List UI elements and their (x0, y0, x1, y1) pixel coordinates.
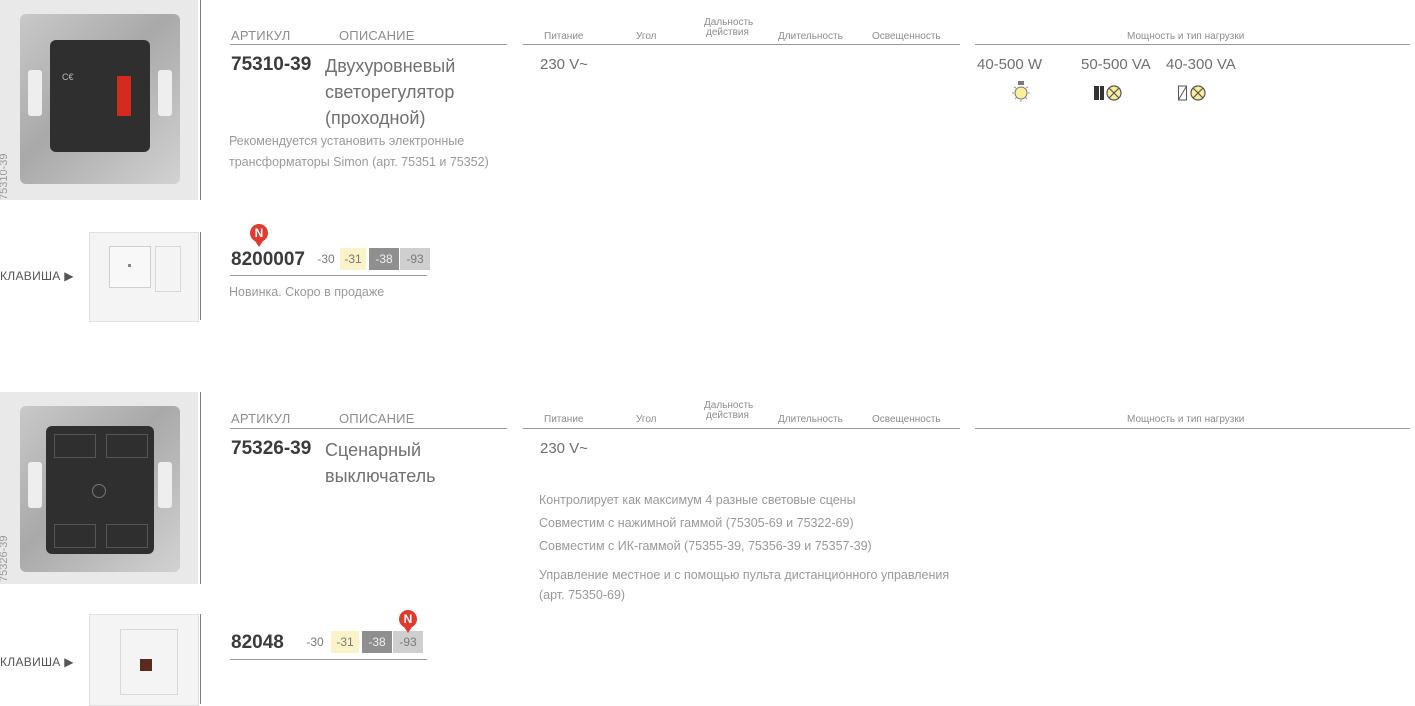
header-description: ОПИСАНИЕ (339, 28, 415, 43)
variant-93: -93 (393, 631, 423, 653)
load-value-2: 50-500 VA (1081, 56, 1151, 73)
header-angle: Угол (636, 414, 657, 425)
variant-38: -38 (362, 631, 392, 653)
header-underline (230, 44, 507, 45)
key-1-note: Новинка. Скоро в продаже (229, 285, 385, 299)
header-range-2: действия (706, 27, 749, 38)
header-duration: Длительность (778, 414, 843, 425)
divider (200, 232, 201, 320)
new-badge: N (399, 610, 417, 633)
header-duration: Длительность (778, 31, 843, 42)
header-underline (975, 428, 1410, 429)
divider (200, 0, 201, 200)
product-1-desc-line2: светорегулятор (325, 82, 455, 102)
variant-38: -38 (369, 248, 399, 270)
header-range-2: действия (706, 410, 749, 421)
header-power: Питание (544, 31, 584, 42)
feature-line-3: Совместим с ИК-гаммой (75355-39, 75356-3… (539, 539, 872, 553)
header-illumination: Освещенность (872, 31, 941, 42)
variant-93: -93 (400, 248, 430, 270)
header-underline (523, 428, 960, 429)
key-label: КЛАВИША ▶ (0, 655, 74, 669)
new-badge: N (250, 224, 268, 247)
load-value-3: 40-300 VA (1166, 56, 1236, 73)
load-value-1: 40-500 W (977, 56, 1043, 73)
product-2-article: 75326-39 (231, 438, 312, 459)
product-1-desc-line3: (проходной) (325, 108, 426, 128)
product-2-side-code: 75326-39 (0, 535, 10, 583)
variant-30: -30 (303, 631, 327, 653)
product-1-voltage: 230 V~ (540, 56, 588, 73)
feature-line-4: Управление местное и с помощью пульта ди… (539, 568, 950, 582)
divider (200, 614, 201, 704)
product-1-photo: C€ (0, 0, 198, 200)
product-2-voltage: 230 V~ (540, 440, 588, 457)
product-2-desc-line2: выключатель (325, 466, 436, 486)
header-description: ОПИСАНИЕ (339, 411, 415, 426)
key-2-article: 82048 (231, 632, 284, 653)
header-article: АРТИКУЛ (231, 411, 291, 426)
product-1-note-line1: Рекомендуется установить электронные (229, 134, 465, 148)
red-button (117, 76, 131, 116)
key-underline (230, 659, 427, 660)
product-2-photo (0, 392, 198, 584)
key-underline (230, 275, 427, 276)
feature-line-2: Совместим с нажимной гаммой (75305-69 и … (539, 516, 854, 530)
product-1-side-code: 75310-39 (0, 153, 10, 201)
variant-31: -31 (340, 248, 366, 270)
product-2-desc-line1: Сценарный (325, 440, 422, 460)
header-load: Мощность и тип нагрузки (1127, 31, 1245, 42)
header-illumination: Освещенность (872, 414, 941, 425)
feature-line-1: Контролирует как максимум 4 разные свето… (539, 493, 856, 507)
key-photo (89, 232, 199, 322)
variant-30: -30 (315, 248, 337, 270)
key-label: КЛАВИША ▶ (0, 269, 74, 283)
feature-line-5: (арт. 75350-69) (539, 588, 626, 602)
key-1-article: 8200007 (231, 249, 305, 270)
variant-31: -31 (331, 631, 359, 653)
header-underline (975, 44, 1410, 45)
divider (200, 392, 201, 584)
header-power: Питание (544, 414, 584, 425)
electronic-transformer-icon (1094, 83, 1128, 103)
header-angle: Угол (636, 31, 657, 42)
header-underline (230, 428, 507, 429)
header-article: АРТИКУЛ (231, 28, 291, 43)
incandescent-lamp-icon (1011, 81, 1031, 103)
ferromagnetic-transformer-icon (1178, 83, 1212, 103)
product-1-article: 75310-39 (231, 54, 312, 75)
header-load: Мощность и тип нагрузки (1127, 414, 1245, 425)
header-underline (523, 44, 960, 45)
product-1-desc-line1: Двухуровневый (325, 56, 456, 76)
product-1-note-line2: трансформаторы Simon (арт. 75351 и 75352… (229, 155, 489, 169)
key-photo (89, 614, 199, 706)
